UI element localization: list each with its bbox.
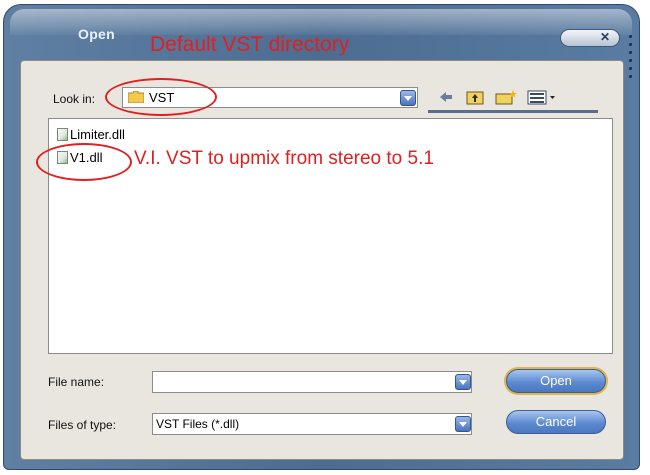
filetype-label: Files of type:: [48, 418, 117, 432]
resize-grip-icon: [627, 35, 635, 95]
lookin-label: Look in:: [53, 92, 96, 106]
file-name: Limiter.dll: [70, 127, 125, 142]
window-title: Open: [78, 26, 115, 42]
close-button[interactable]: ✕: [560, 29, 620, 47]
up-folder-icon[interactable]: [466, 88, 484, 106]
open-button[interactable]: Open: [506, 369, 606, 393]
new-folder-icon[interactable]: [495, 88, 517, 106]
view-menu-icon[interactable]: [527, 88, 557, 106]
filetype-chevron-down-icon[interactable]: [455, 416, 471, 432]
list-item[interactable]: Limiter.dll: [57, 127, 125, 142]
lookin-chevron-down-icon[interactable]: [400, 90, 416, 106]
close-icon: ✕: [599, 30, 610, 44]
annotation-circle-file: [36, 143, 132, 181]
annotation-circle-lookin: [105, 78, 217, 116]
toolbar-divider: [428, 110, 598, 113]
annotation-file-note: V.I. VST to upmix from stereo to 5.1: [134, 148, 434, 169]
cancel-button[interactable]: Cancel: [506, 410, 606, 434]
back-arrow-icon[interactable]: [438, 88, 454, 106]
filename-chevron-down-icon[interactable]: [455, 374, 471, 390]
dll-file-icon: [57, 128, 68, 141]
filetype-select[interactable]: VST Files (*.dll): [152, 413, 472, 435]
filename-input[interactable]: [152, 371, 472, 393]
filename-label: File name:: [48, 375, 105, 389]
filetype-value: VST Files (*.dll): [156, 417, 240, 431]
annotation-directory-note: Default VST directory: [150, 33, 350, 56]
